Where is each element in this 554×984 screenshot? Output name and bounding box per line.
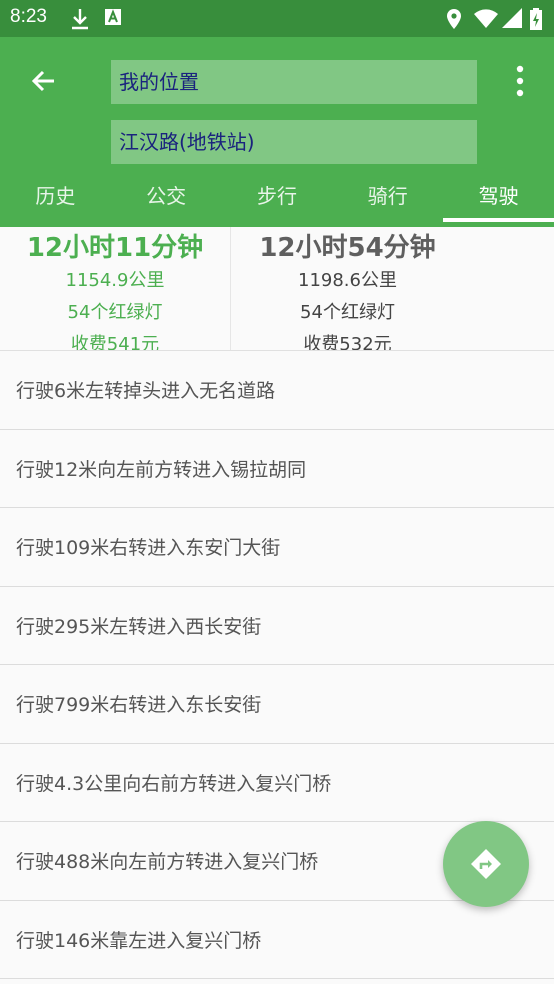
route-duration: 12小时54分钟 bbox=[259, 233, 436, 263]
download-icon bbox=[72, 9, 88, 30]
app-bar: 我的位置 江汉路(地铁站) 历史 公交 步行 骑行 驾驶 bbox=[0, 37, 554, 227]
list-item[interactable]: 行驶12米向左前方转进入锡拉胡同 bbox=[0, 430, 554, 508]
route-traffic-lights: 54个红绿灯 bbox=[67, 302, 163, 323]
list-item[interactable]: 行驶109米右转进入东安门大街 bbox=[0, 508, 554, 587]
route-distance: 1154.9公里 bbox=[65, 270, 165, 291]
list-item[interactable]: 行驶4.3公里向右前方转进入复兴门桥 bbox=[0, 744, 554, 822]
more-options-icon[interactable] bbox=[508, 63, 532, 99]
route-duration: 12小时11分钟 bbox=[26, 233, 204, 263]
route-option-2[interactable]: 12小时54分钟 1198.6公里 54个红绿灯 收费532元 bbox=[231, 227, 464, 351]
tab-drive[interactable]: 驾驶 bbox=[443, 176, 554, 227]
route-distance: 1198.6公里 bbox=[298, 270, 397, 291]
origin-input[interactable]: 我的位置 bbox=[111, 60, 477, 104]
destination-input[interactable]: 江汉路(地铁站) bbox=[111, 120, 477, 164]
route-options: 12小时11分钟 1154.9公里 54个红绿灯 收费541元 12小时54分钟… bbox=[0, 227, 554, 351]
route-toll: 收费532元 bbox=[303, 334, 392, 351]
signal-icon bbox=[502, 8, 522, 28]
back-arrow-icon[interactable] bbox=[24, 61, 64, 101]
tab-history[interactable]: 历史 bbox=[0, 176, 111, 227]
tab-bike[interactable]: 骑行 bbox=[332, 176, 443, 227]
route-toll: 收费541元 bbox=[70, 334, 160, 351]
tab-bus[interactable]: 公交 bbox=[111, 176, 222, 227]
route-option-1[interactable]: 12小时11分钟 1154.9公里 54个红绿灯 收费541元 bbox=[0, 227, 230, 351]
navigate-fab[interactable] bbox=[443, 821, 529, 907]
battery-charging-icon bbox=[530, 8, 542, 30]
list-item[interactable]: 行驶799米右转进入东长安街 bbox=[0, 665, 554, 744]
status-time: 8:23 bbox=[10, 6, 47, 27]
app-notification-icon bbox=[105, 9, 121, 25]
directions-icon bbox=[471, 849, 501, 879]
route-traffic-lights: 54个红绿灯 bbox=[300, 302, 395, 323]
list-item[interactable]: 行驶6米左转掉头进入无名道路 bbox=[0, 351, 554, 430]
mode-tabs: 历史 公交 步行 骑行 驾驶 bbox=[0, 176, 554, 227]
status-bar: 8:23 bbox=[0, 0, 554, 37]
tab-walk[interactable]: 步行 bbox=[222, 176, 333, 227]
list-item[interactable]: 行驶295米左转进入西长安街 bbox=[0, 587, 554, 665]
list-item[interactable]: 行驶146米靠左进入复兴门桥 bbox=[0, 901, 554, 979]
wifi-icon bbox=[474, 9, 498, 28]
location-icon bbox=[447, 9, 461, 29]
